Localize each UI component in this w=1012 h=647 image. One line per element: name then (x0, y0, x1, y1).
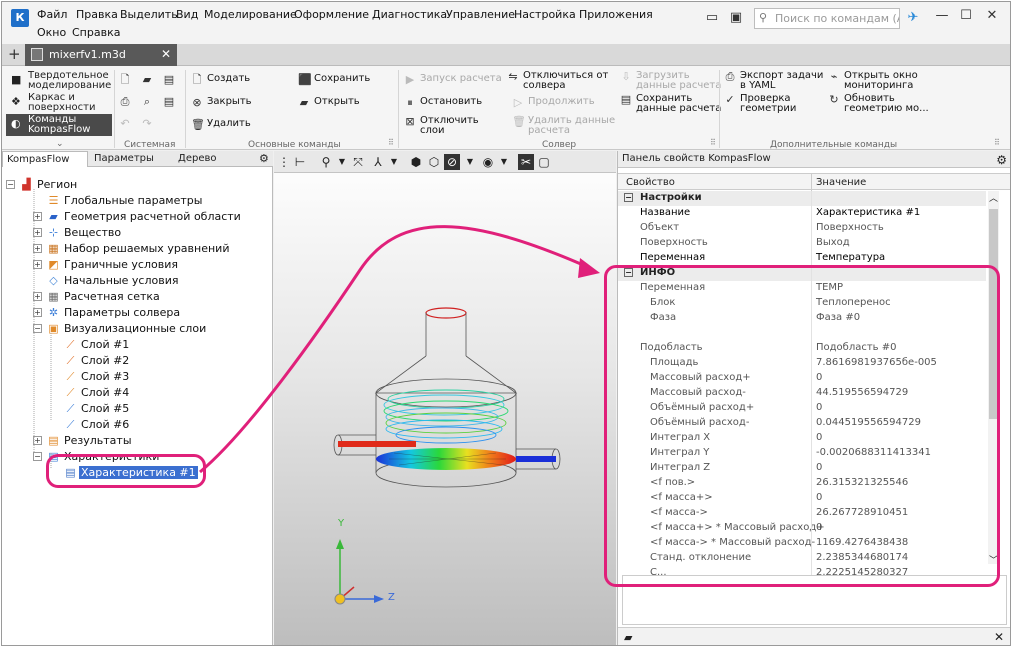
annotation-arrow (199, 225, 600, 474)
